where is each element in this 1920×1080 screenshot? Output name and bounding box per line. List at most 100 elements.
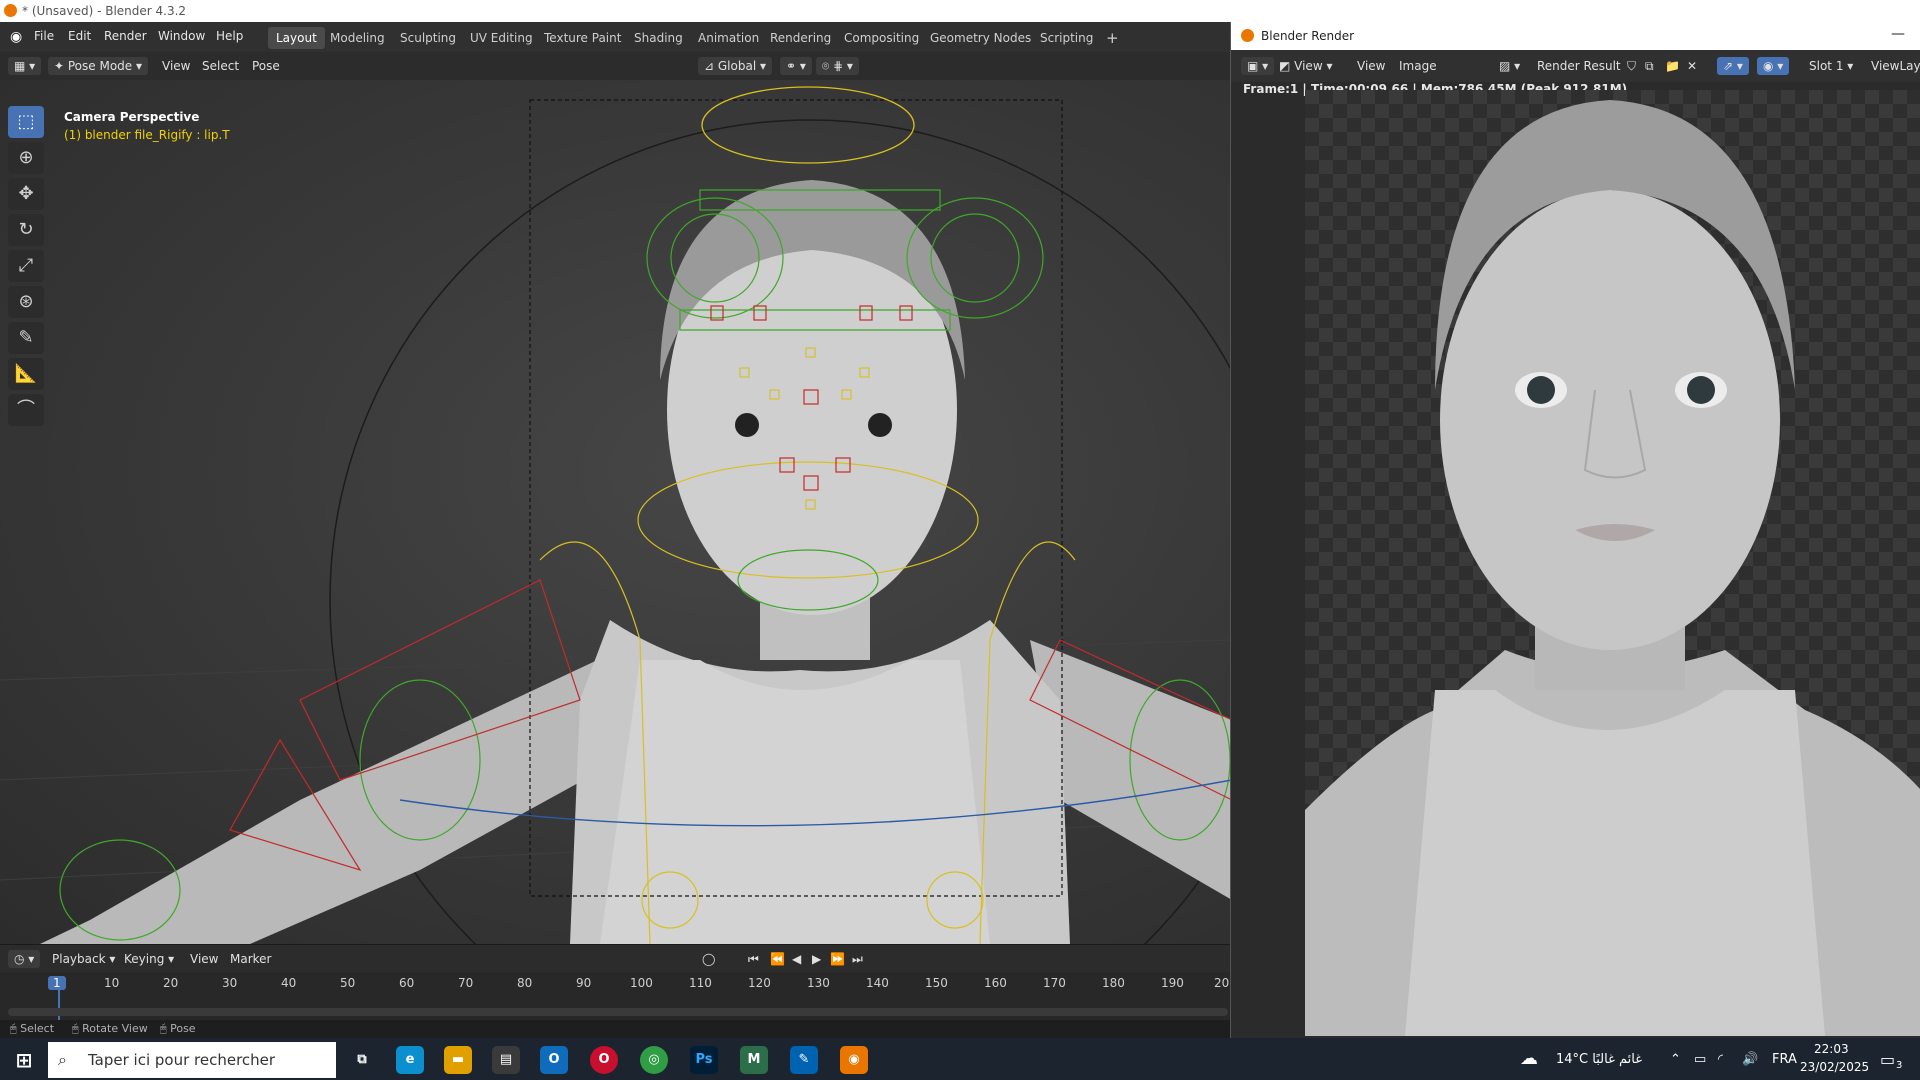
open-image-icon[interactable]: 📁 (1665, 57, 1680, 75)
tab-animation[interactable]: Animation (690, 27, 767, 49)
blender-menu-icon[interactable]: ◉ (10, 29, 22, 45)
fake-user-icon[interactable]: ⛉ (1627, 57, 1636, 75)
tab-rendering[interactable]: Rendering (762, 27, 839, 49)
image-browse-icon[interactable]: ▨ ▾ (1499, 57, 1520, 75)
timeline-scrollbar[interactable] (8, 1008, 1228, 1016)
pivot-icon[interactable]: ⚭ ▾ (780, 57, 812, 75)
left-arm (40, 640, 640, 944)
relax-tool-icon[interactable]: ⌒ (8, 394, 44, 426)
image-editor-type-icon[interactable]: ▣ ▾ (1241, 57, 1275, 75)
menu-window[interactable]: Window (158, 29, 205, 43)
move-tool-icon[interactable]: ✥ (8, 178, 44, 210)
store-icon[interactable]: ▤ (492, 1046, 520, 1074)
tab-texture-paint[interactable]: Texture Paint (536, 27, 629, 49)
tab-scripting[interactable]: Scripting (1032, 27, 1101, 49)
overlay-toggle-icon[interactable]: ◉ ▾ (1757, 57, 1790, 75)
menu-edit[interactable]: Edit (68, 29, 91, 43)
render-result-name[interactable]: Render Result (1537, 57, 1621, 75)
file-explorer-icon[interactable]: ▬ (444, 1046, 472, 1074)
jump-start-icon[interactable]: ⏮ (748, 950, 759, 968)
transform-tool-icon[interactable]: ⊛ (8, 286, 44, 318)
tab-modeling[interactable]: Modeling (322, 27, 393, 49)
clock-date[interactable]: 23/02/2025 (1800, 1060, 1869, 1074)
menu-render[interactable]: Render (104, 29, 147, 43)
rotate-tool-icon[interactable]: ↻ (8, 214, 44, 246)
maya-icon[interactable]: M (740, 1046, 768, 1074)
windows-start-icon[interactable]: ⊞ (10, 1046, 38, 1074)
frame-label: 180 (1102, 976, 1125, 990)
search-icon: ⌕ (58, 1050, 67, 1069)
play-icon[interactable]: ▶ (812, 950, 821, 968)
view-mode-selector[interactable]: ◩ View ▾ (1279, 57, 1332, 75)
snap-icon[interactable]: ⌾ ⋕ ▾ (816, 57, 859, 75)
show-hidden-icons-icon[interactable]: ⌃ (1670, 1052, 1681, 1067)
paint-app-icon[interactable]: ✎ (790, 1046, 818, 1074)
keying-label: Keying (124, 952, 165, 966)
frame-label: 50 (340, 976, 356, 990)
timeline-editor-icon[interactable]: ◷ ▾ (8, 950, 41, 968)
tab-layout[interactable]: Layout (268, 27, 325, 49)
unlink-image-icon[interactable]: ✕ (1687, 57, 1697, 75)
clock-time[interactable]: 22:03 (1814, 1042, 1849, 1056)
menu-file[interactable]: File (34, 29, 54, 43)
prev-keyframe-icon[interactable]: ⏪ (770, 950, 785, 968)
network-icon[interactable]: ◜ (1718, 1052, 1723, 1067)
volume-icon[interactable]: 🔊 (1742, 1052, 1758, 1067)
slot-selector[interactable]: Slot 1 ▾ (1809, 57, 1853, 75)
blender-taskbar-icon[interactable]: ◉ (840, 1046, 868, 1074)
record-icon[interactable]: ◯ (702, 950, 715, 968)
view-layer-selector[interactable]: ViewLaye (1871, 57, 1920, 75)
opera-icon[interactable]: O (590, 1046, 618, 1074)
render-result-canvas[interactable] (1305, 90, 1920, 1036)
cursor-tool-icon[interactable]: ⊕ (8, 142, 44, 174)
select-box-tool-icon[interactable]: ⬚ (8, 106, 44, 138)
render-window: Blender Render — ▣ ▾ ◩ View ▾ View Image… (1230, 22, 1920, 1038)
frame-label: 30 (222, 976, 238, 990)
taskbar-search-input[interactable]: ⌕ Taper ici pour rechercher (48, 1042, 336, 1078)
tab-sculpting[interactable]: Sculpting (392, 27, 464, 49)
menu-help[interactable]: Help (216, 29, 243, 43)
minimize-icon[interactable]: — (1891, 26, 1905, 42)
annotate-tool-icon[interactable]: ✎ (8, 322, 44, 354)
tab-geometry-nodes[interactable]: Geometry Nodes (922, 27, 1039, 49)
weather-text[interactable]: 14°C غائم غالبًا (1556, 1052, 1642, 1067)
mode-selector[interactable]: ✦ Pose Mode ▾ (48, 57, 148, 75)
weather-icon[interactable]: ☁ (1520, 1048, 1538, 1069)
chrome-icon[interactable]: ◎ (640, 1046, 668, 1074)
outlook-icon[interactable]: O (540, 1046, 568, 1074)
timeline-keying-menu[interactable]: Keying ▾ (124, 950, 174, 968)
editor-type-icon[interactable]: ▦ ▾ (8, 57, 42, 75)
duplicate-image-icon[interactable]: ⧉ (1645, 57, 1654, 75)
frame-label: 190 (1161, 976, 1184, 990)
menu-pose[interactable]: Pose (252, 57, 280, 75)
render-view-menu[interactable]: View (1357, 57, 1385, 75)
edge-icon[interactable]: e (396, 1046, 424, 1074)
orientation-selector[interactable]: ⊿ Global ▾ (698, 57, 772, 75)
frame-label: 70 (458, 976, 474, 990)
timeline-view-menu[interactable]: View (190, 950, 218, 968)
3d-viewport[interactable] (0, 80, 1232, 944)
play-reverse-icon[interactable]: ◀ (792, 950, 801, 968)
menu-view[interactable]: View (162, 57, 190, 75)
tab-compositing[interactable]: Compositing (836, 27, 927, 49)
next-keyframe-icon[interactable]: ⏩ (830, 950, 845, 968)
menu-select[interactable]: Select (202, 57, 239, 75)
add-workspace-button[interactable]: + (1098, 27, 1127, 49)
photoshop-icon[interactable]: Ps (690, 1046, 718, 1074)
notification-icon[interactable]: ▭ (1880, 1050, 1895, 1069)
meet-now-icon[interactable]: ▭ (1694, 1052, 1706, 1067)
tab-uv-editing[interactable]: UV Editing (462, 27, 541, 49)
jump-end-icon[interactable]: ⏭ (852, 950, 863, 968)
tab-shading[interactable]: Shading (626, 27, 691, 49)
timeline-area[interactable]: 1 10 20 30 40 50 60 70 80 90 100 110 120… (0, 972, 1232, 1020)
language-indicator[interactable]: FRA (1772, 1052, 1797, 1067)
current-frame-indicator[interactable]: 1 (48, 976, 66, 990)
timeline-playback-menu[interactable]: Playback ▾ (52, 950, 115, 968)
timeline-marker-menu[interactable]: Marker (230, 950, 271, 968)
measure-tool-icon[interactable]: 📐 (8, 358, 44, 390)
render-image-menu[interactable]: Image (1399, 57, 1437, 75)
viewport-active-bone-label: (1) blender file_Rigify : lip.T (64, 128, 230, 142)
scale-tool-icon[interactable]: ⤢ (8, 250, 44, 282)
task-view-icon[interactable]: ⧉ (348, 1046, 376, 1074)
scopes-toggle-icon[interactable]: ⇗ ▾ (1717, 57, 1749, 75)
